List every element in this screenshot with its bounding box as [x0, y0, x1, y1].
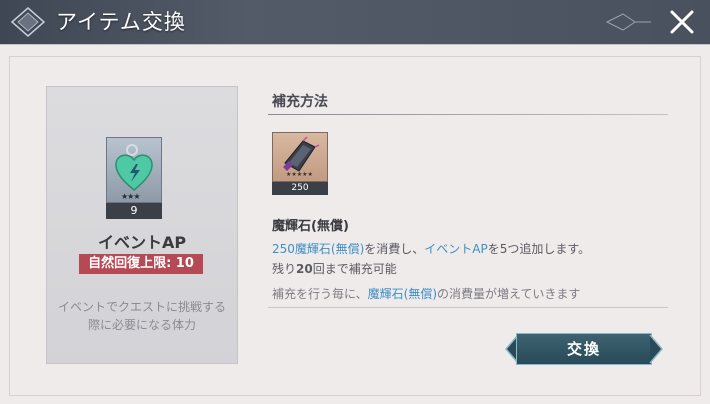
cost-text-tail: を5つ追加します。 — [487, 242, 591, 256]
rarity-stars: ★★★ — [121, 192, 140, 201]
cost-amount: 250魔輝石(無償) — [272, 242, 365, 256]
cost-text: を消費し、 — [364, 242, 425, 256]
remaining-count: 20 — [296, 262, 313, 276]
remaining-prefix: 残り — [272, 262, 297, 276]
ornament-icon — [605, 13, 651, 31]
description-line: イベントでクエストに挑戦する — [57, 300, 226, 314]
emblem-icon — [10, 7, 46, 37]
target-item: イベントAP — [424, 242, 488, 256]
description-line: 際に必要になる体力 — [87, 318, 196, 332]
close-button[interactable] — [664, 5, 700, 39]
close-icon — [670, 10, 694, 34]
exchange-button[interactable]: 交換 — [504, 333, 664, 365]
item-count: 9 — [106, 203, 162, 219]
note-line: 補充を行う毎に、魔輝石(無償)の消費量が増えていきます — [272, 285, 580, 302]
material-count: 250 — [272, 182, 328, 195]
remaining-suffix: 回まで補充可能 — [312, 262, 397, 276]
remaining-line: 残り20回まで補充可能 — [272, 260, 397, 277]
recovery-limit-badge: 自然回復上限: 10 — [79, 254, 203, 274]
note-prefix: 補充を行う毎に、 — [272, 287, 368, 301]
item-frame: ★★★ — [106, 137, 162, 203]
cost-line: 250魔輝石(無償)を消費し、イベントAPを5つ追加します。 — [272, 240, 590, 257]
exchange-button-label: 交換 — [566, 340, 601, 358]
material-item[interactable]: ★★★★★ 250 — [272, 132, 328, 195]
material-rarity: ★★★★★ — [286, 171, 313, 178]
note-divider — [268, 307, 668, 308]
dialog-title-bar: アイテム交換 — [0, 0, 710, 44]
material-frame: ★★★★★ — [272, 132, 328, 182]
section-divider — [268, 114, 668, 115]
note-suffix: の消費量が増えていきます — [437, 287, 581, 301]
note-item: 魔輝石(無償) — [367, 287, 438, 301]
item-description: イベントでクエストに挑戦する 際に必要になる体力 — [46, 298, 238, 334]
item-name: イベントAP — [97, 233, 187, 252]
dialog-title: アイテム交換 — [56, 10, 186, 34]
material-name: 魔輝石(無償) — [272, 219, 349, 234]
event-ap-item[interactable]: ★★★ 9 — [106, 137, 162, 221]
section-title: 補充方法 — [272, 94, 328, 110]
